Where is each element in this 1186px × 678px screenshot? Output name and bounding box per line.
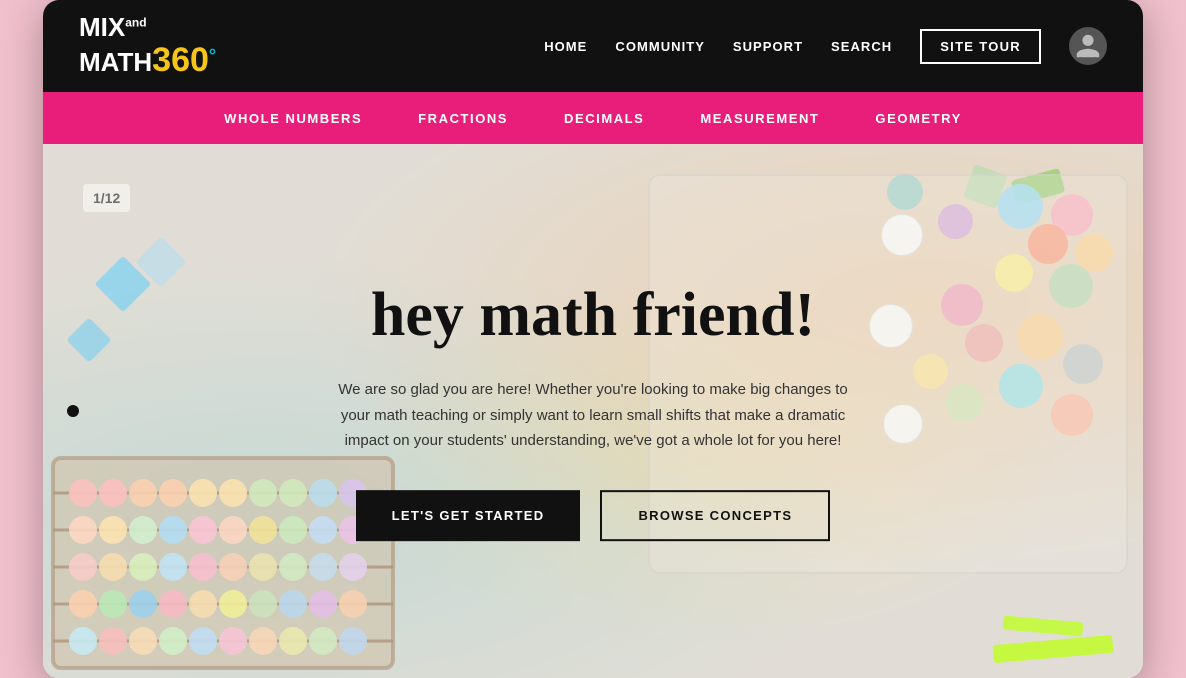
- hero-subtitle: We are so glad you are here! Whether you…: [333, 377, 853, 454]
- top-navigation: MIXand MATH360° HOME COMMUNITY SUPPORT S…: [43, 0, 1143, 92]
- nav-links: HOME COMMUNITY SUPPORT SEARCH SITE TOUR: [544, 27, 1107, 65]
- hero-section: 1/12: [43, 144, 1143, 678]
- carousel-dot[interactable]: [67, 405, 79, 417]
- user-icon: [1074, 32, 1102, 60]
- browser-window: MIXand MATH360° HOME COMMUNITY SUPPORT S…: [43, 0, 1143, 678]
- sub-navigation: WHOLE NUMBERS FRACTIONS DECIMALS MEASURE…: [43, 92, 1143, 144]
- hero-content: hey math friend! We are so glad you are …: [293, 281, 893, 541]
- logo-and: and: [125, 15, 146, 29]
- get-started-button[interactable]: LET'S GET STARTED: [356, 490, 581, 541]
- site-logo[interactable]: MIXand MATH360°: [79, 13, 216, 79]
- hero-title: hey math friend!: [293, 281, 893, 349]
- subnav-decimals[interactable]: DECIMALS: [564, 111, 644, 126]
- browse-concepts-button[interactable]: BROWSE CONCEPTS: [600, 490, 830, 541]
- nav-home[interactable]: HOME: [544, 39, 587, 54]
- logo-degree: °: [209, 45, 216, 65]
- hero-buttons: LET'S GET STARTED BROWSE CONCEPTS: [293, 490, 893, 541]
- subnav-measurement[interactable]: MEASUREMENT: [700, 111, 819, 126]
- nav-search[interactable]: SEARCH: [831, 39, 892, 54]
- logo-mix: MIX: [79, 12, 125, 42]
- logo-360: 360: [152, 41, 209, 79]
- nav-support[interactable]: SUPPORT: [733, 39, 803, 54]
- subnav-whole-numbers[interactable]: WHOLE NUMBERS: [224, 111, 362, 126]
- user-avatar[interactable]: [1069, 27, 1107, 65]
- logo-math: MATH: [79, 47, 152, 77]
- nav-community[interactable]: COMMUNITY: [615, 39, 705, 54]
- subnav-geometry[interactable]: GEOMETRY: [875, 111, 961, 126]
- site-tour-button[interactable]: SITE TOUR: [920, 29, 1041, 64]
- subnav-fractions[interactable]: FRACTIONS: [418, 111, 508, 126]
